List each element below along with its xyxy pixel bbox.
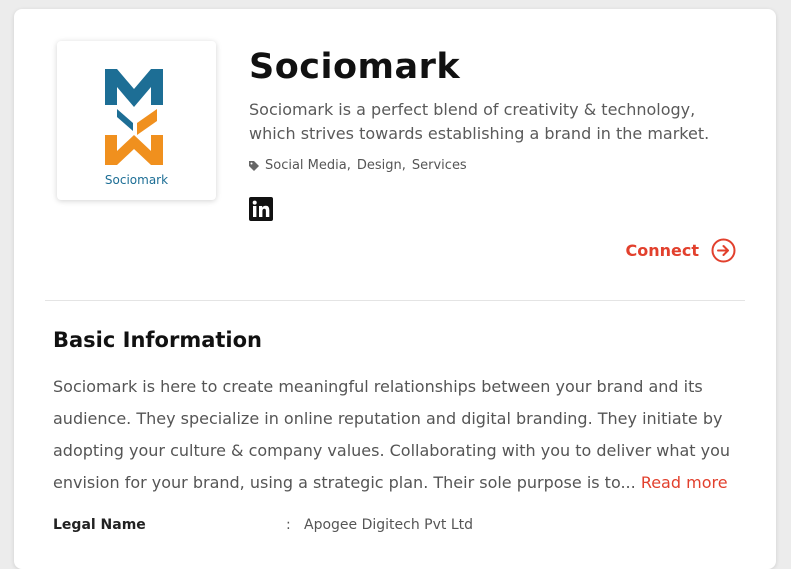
tag-item[interactable]: Services: [412, 158, 467, 173]
company-card: Sociomark Sociomark Sociomark is a perfe…: [14, 9, 776, 569]
sociomark-logo-icon: [105, 69, 163, 165]
connect-button[interactable]: Connect: [626, 238, 737, 263]
company-logo: Sociomark: [57, 41, 216, 200]
info-value: Apogee Digitech Pvt Ltd: [304, 517, 474, 533]
tag-item[interactable]: Design,: [357, 158, 406, 173]
linkedin-icon[interactable]: [249, 197, 273, 221]
tag-item[interactable]: Social Media,: [265, 158, 351, 173]
arrow-circle-right-icon: [711, 238, 736, 263]
company-tagline: Sociomark is a perfect blend of creativi…: [249, 100, 710, 143]
logo-wordmark: Sociomark: [104, 173, 169, 187]
info-row-legal-name: Legal Name : Apogee Digitech Pvt Ltd: [53, 517, 753, 533]
company-name: Sociomark: [249, 47, 461, 87]
section-divider: [45, 300, 745, 301]
basic-information-title: Basic Information: [53, 328, 262, 352]
info-label: Legal Name: [53, 517, 146, 533]
tag-icon: [249, 160, 259, 171]
company-description: Sociomark is here to create meaningful r…: [53, 371, 753, 499]
connect-label: Connect: [625, 241, 700, 260]
description-text: Sociomark is here to create meaningful r…: [53, 377, 731, 492]
read-more-link[interactable]: Read more: [641, 473, 728, 492]
tag-list: Social Media, Design, Services: [249, 158, 467, 173]
info-separator: :: [286, 517, 291, 533]
